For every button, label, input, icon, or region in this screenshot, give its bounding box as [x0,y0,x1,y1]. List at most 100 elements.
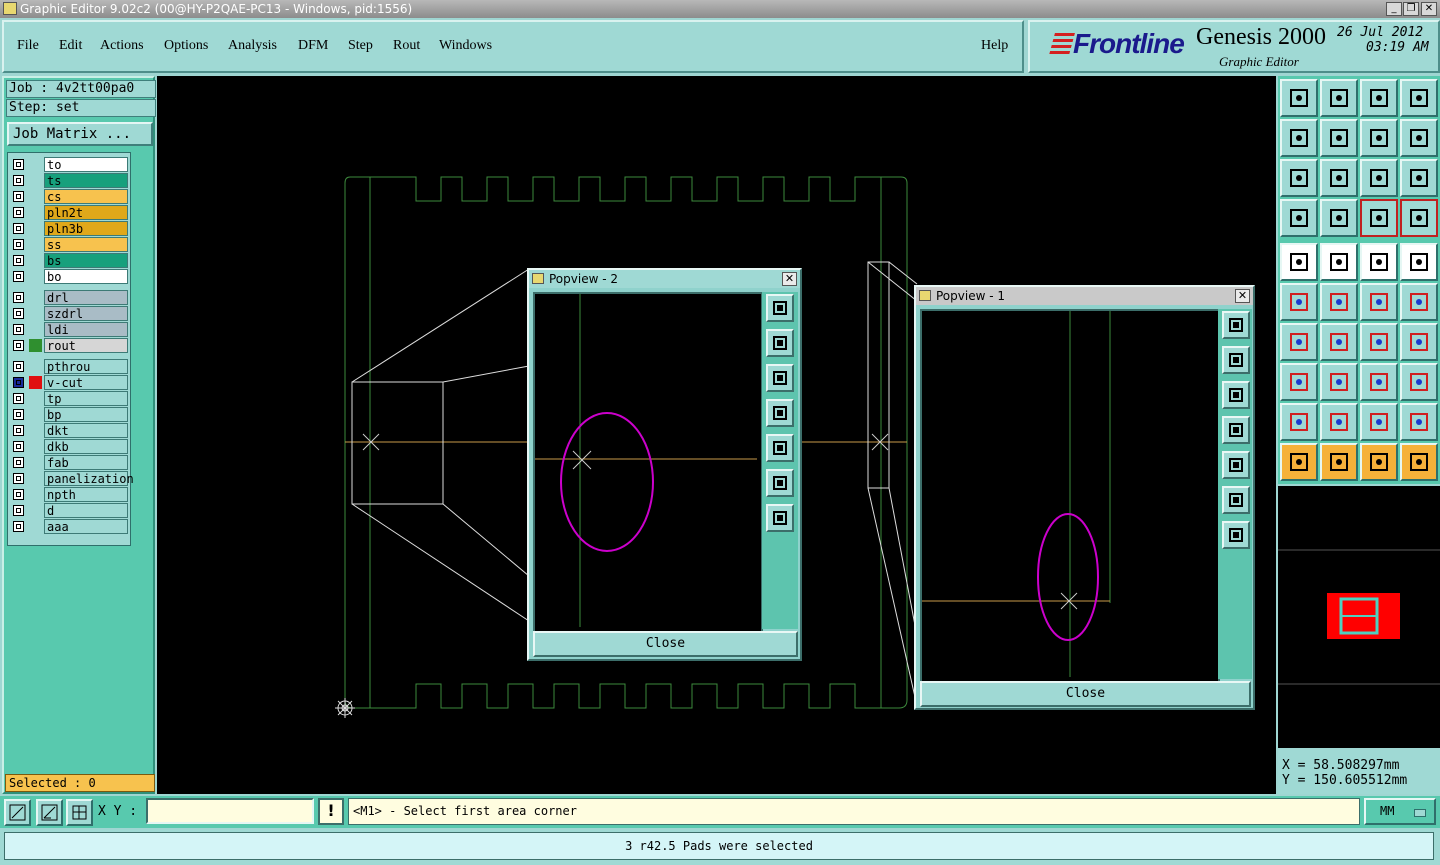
triangle-outline-icon[interactable] [1320,403,1358,441]
fit-icon[interactable] [1280,159,1318,197]
pan-left-icon[interactable] [766,399,794,427]
zoom-out-icon[interactable] [766,364,794,392]
overview-panel[interactable] [1278,486,1440,748]
group-icon[interactable] [1400,363,1438,401]
layer-checkbox[interactable] [13,393,24,404]
scale-icon[interactable] [1360,159,1398,197]
pointer-icon[interactable] [1280,443,1318,481]
layer-checkbox[interactable] [13,441,24,452]
menu-step[interactable]: Step [348,38,373,54]
export-icon[interactable] [1320,119,1358,157]
zoom-fit-icon[interactable] [766,469,794,497]
layer-checkbox[interactable] [13,425,24,436]
home-icon[interactable] [1360,79,1398,117]
zoom-window-icon[interactable] [766,294,794,322]
popview-2-close-button[interactable]: Close [533,631,798,657]
layer-row-to[interactable]: to [10,157,128,172]
layer-row-dkb[interactable]: dkb [10,439,128,454]
add-feature-icon[interactable] [1280,243,1318,281]
help-icon[interactable] [1400,159,1438,197]
menu-windows[interactable]: Windows [439,38,492,54]
layer-checkbox[interactable] [13,207,24,218]
layer-checkbox[interactable] [13,361,24,372]
layer-row-panelization[interactable]: panelization [10,471,134,486]
layer-checkbox[interactable] [13,457,24,468]
minimize-button[interactable]: _ [1386,2,1402,16]
maximize-button[interactable]: ❐ [1403,2,1419,16]
layer-checkbox[interactable] [13,308,24,319]
pan-right-icon[interactable] [766,434,794,462]
import-icon[interactable] [1280,119,1318,157]
connect-icon[interactable] [1280,283,1318,321]
swap-icon[interactable] [1360,119,1398,157]
select-icon[interactable] [1320,443,1358,481]
netlist-icon[interactable] [1360,199,1398,237]
snap-icon[interactable] [1320,199,1358,237]
layer-row-ldi[interactable]: ldi [10,322,128,337]
layer-checkbox[interactable] [13,377,24,388]
layer-row-d[interactable]: d [10,503,128,518]
units-select[interactable]: MM [1364,798,1436,825]
grid-button[interactable] [66,799,93,826]
arch-fill-icon[interactable] [1400,403,1438,441]
layer-row-bo[interactable]: bo [10,269,128,284]
layer-checkbox[interactable] [13,340,24,351]
layer-checkbox[interactable] [13,505,24,516]
measure-button[interactable] [36,799,63,826]
menu-file[interactable]: File [17,38,39,54]
zoom-fit-icon[interactable] [1222,486,1250,514]
xy-input[interactable] [146,798,314,824]
tools-icon[interactable] [1280,199,1318,237]
layer-checkbox[interactable] [13,409,24,420]
layer-checkbox[interactable] [13,239,24,250]
angle-icon[interactable] [1280,323,1318,361]
layer-checkbox[interactable] [13,473,24,484]
arc-icon[interactable] [1360,323,1398,361]
layer-row-fab[interactable]: fab [10,455,128,470]
layer-row-npth[interactable]: npth [10,487,128,502]
layer-row-cs[interactable]: cs [10,189,128,204]
move-feature-icon[interactable] [1360,283,1398,321]
zoom-area-button[interactable] [4,799,31,826]
popview-1-close-button[interactable]: Close [920,681,1251,707]
layer-row-aaa[interactable]: aaa [10,519,128,534]
warning-button[interactable]: ! [318,798,344,825]
layer-row-dkt[interactable]: dkt [10,423,128,438]
menu-help[interactable]: Help [981,38,1008,54]
layer-checkbox[interactable] [13,521,24,532]
menu-analysis[interactable]: Analysis [228,38,277,54]
split-icon[interactable] [1320,363,1358,401]
layer-row-ts[interactable]: ts [10,173,128,188]
move-icon[interactable] [766,504,794,532]
select-net-icon[interactable] [1400,443,1438,481]
layer-row-ss[interactable]: ss [10,237,128,252]
layer-row-drl[interactable]: drl [10,290,128,305]
delete-icon[interactable] [1320,283,1358,321]
menu-rout[interactable]: Rout [393,38,420,54]
popview-2-view[interactable] [533,292,763,633]
layer-row-v-cut[interactable]: v-cut [10,375,128,390]
zoom-out-icon[interactable] [1222,381,1250,409]
layer-row-tp[interactable]: tp [10,391,128,406]
layer-checkbox[interactable] [13,324,24,335]
ruler-icon[interactable] [1360,243,1398,281]
menu-actions[interactable]: Actions [100,38,144,54]
layer-checkbox[interactable] [13,271,24,282]
zoom-in-icon[interactable] [1222,346,1250,374]
layer-row-pln2t[interactable]: pln2t [10,205,128,220]
step-icon[interactable] [1400,119,1438,157]
netlist-compare-icon[interactable] [1400,199,1438,237]
layer-row-pln3b[interactable]: pln3b [10,221,128,236]
layer-row-bp[interactable]: bp [10,407,128,422]
triangle-icon[interactable] [1280,403,1318,441]
layer-checkbox[interactable] [13,191,24,202]
layer-row-pthrou[interactable]: pthrou [10,359,128,374]
pan-left-icon[interactable] [1222,416,1250,444]
slash-icon[interactable] [1320,323,1358,361]
line-icon[interactable] [1320,243,1358,281]
job-matrix-button[interactable]: Job Matrix ... [7,122,153,146]
pan-right-icon[interactable] [1222,451,1250,479]
layer-checkbox[interactable] [13,159,24,170]
layer-checkbox[interactable] [13,489,24,500]
layer-checkbox[interactable] [13,292,24,303]
